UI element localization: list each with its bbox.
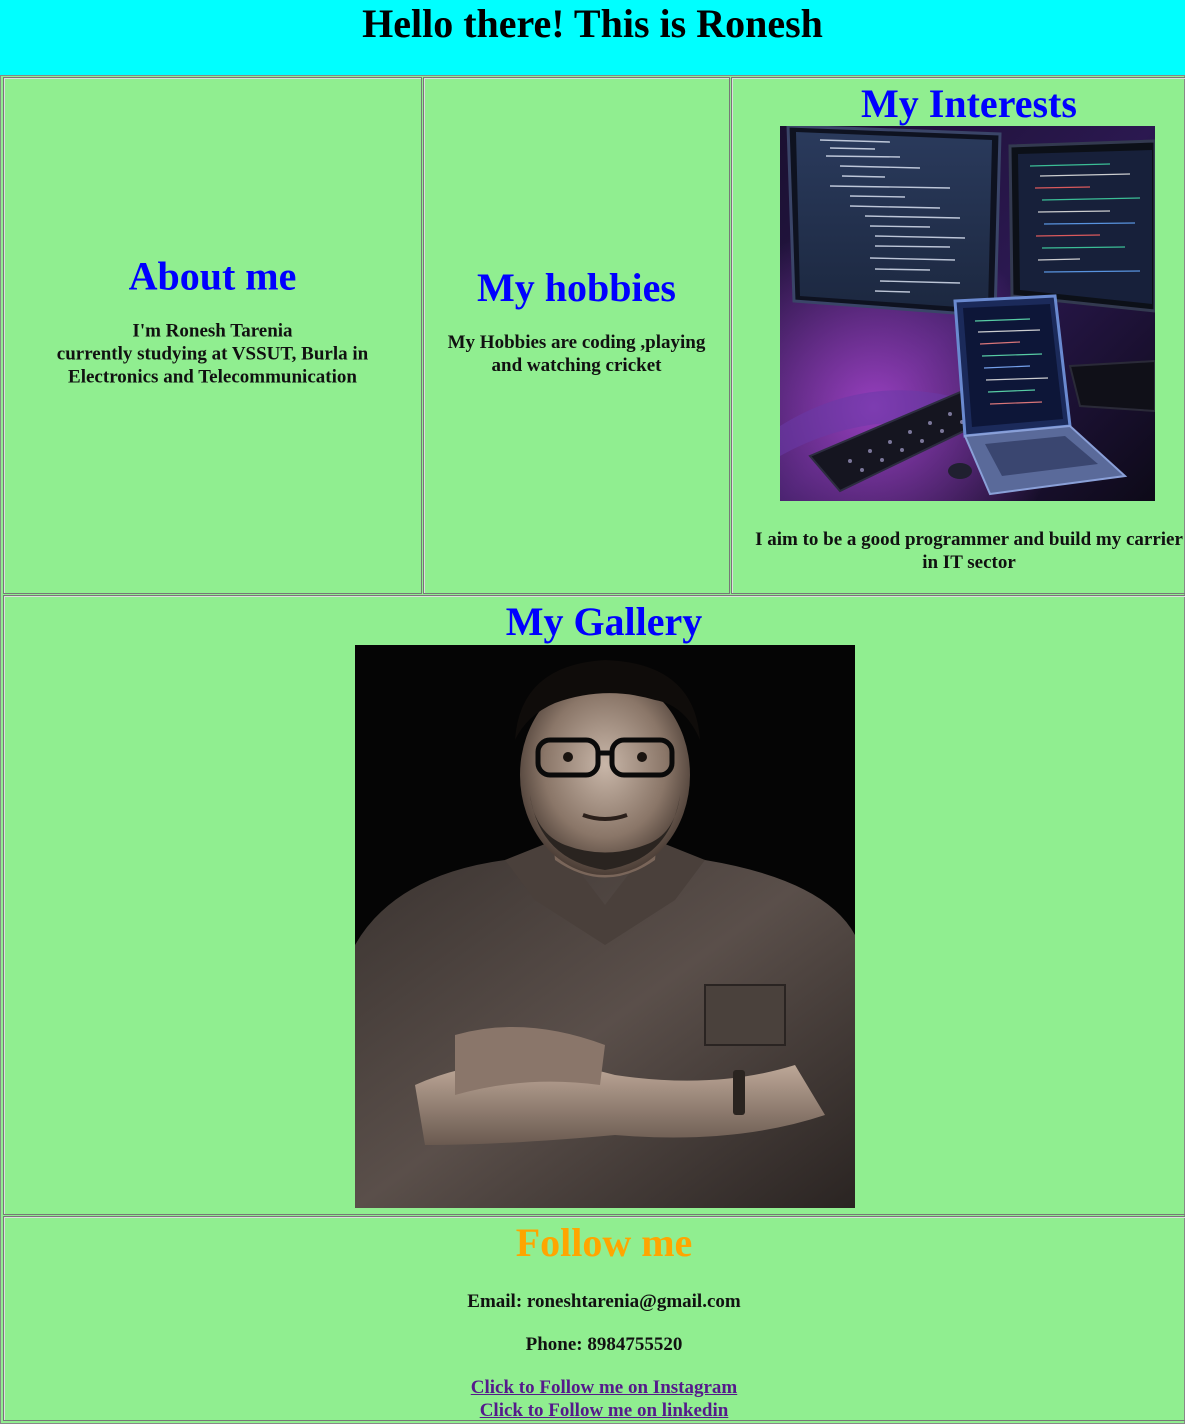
follow-cell: Follow me Email: roneshtarenia@gmail.com… xyxy=(3,1216,1185,1421)
page-header: Hello there! This is Ronesh xyxy=(0,0,1185,75)
about-cell: About me I'm Ronesh Tarenia currently st… xyxy=(3,77,422,594)
hobbies-line-1: My Hobbies are coding ,playing xyxy=(447,331,706,353)
interests-text: I aim to be a good programmer and build … xyxy=(732,528,1185,574)
about-title: About me xyxy=(128,253,297,298)
gallery-cell: My Gallery xyxy=(3,595,1185,1215)
gallery-title: My Gallery xyxy=(505,599,703,644)
interests-title: My Interests xyxy=(861,81,1077,126)
follow-content: Follow me Email: roneshtarenia@gmail.com… xyxy=(4,1220,1185,1420)
about-line-3: Electronics and Telecommunication xyxy=(68,366,357,387)
linkedin-link[interactable]: Click to Follow me on linkedin xyxy=(480,1399,729,1420)
follow-title: Follow me xyxy=(515,1220,693,1265)
portrait-photo xyxy=(355,645,855,1208)
email-text: Email: roneshtarenia@gmail.com xyxy=(467,1291,741,1312)
page-title: Hello there! This is Ronesh xyxy=(362,1,823,46)
interests-line-2: in IT sector xyxy=(922,552,1016,573)
hobbies-line-2: and watching cricket xyxy=(491,354,662,376)
interests-image xyxy=(780,126,1155,501)
hobbies-cell: My hobbies My Hobbies are coding ,playin… xyxy=(423,77,730,594)
interests-cell: My Interests I aim to be a good programm… xyxy=(731,77,1185,594)
coding-setup-illustration xyxy=(780,126,1155,501)
about-line-2: currently studying at VSSUT, Burla in xyxy=(56,343,369,364)
instagram-link[interactable]: Click to Follow me on Instagram xyxy=(471,1376,738,1399)
phone-text: Phone: 8984755520 xyxy=(525,1334,683,1355)
gallery-image xyxy=(355,645,855,1208)
about-line-1: I'm Ronesh Tarenia xyxy=(132,320,293,341)
hobbies-content: My hobbies My Hobbies are coding ,playin… xyxy=(424,265,729,377)
hobbies-title: My hobbies xyxy=(477,264,676,310)
interests-line-1: I aim to be a good programmer and build … xyxy=(755,529,1183,550)
about-content: About me I'm Ronesh Tarenia currently st… xyxy=(4,253,421,388)
